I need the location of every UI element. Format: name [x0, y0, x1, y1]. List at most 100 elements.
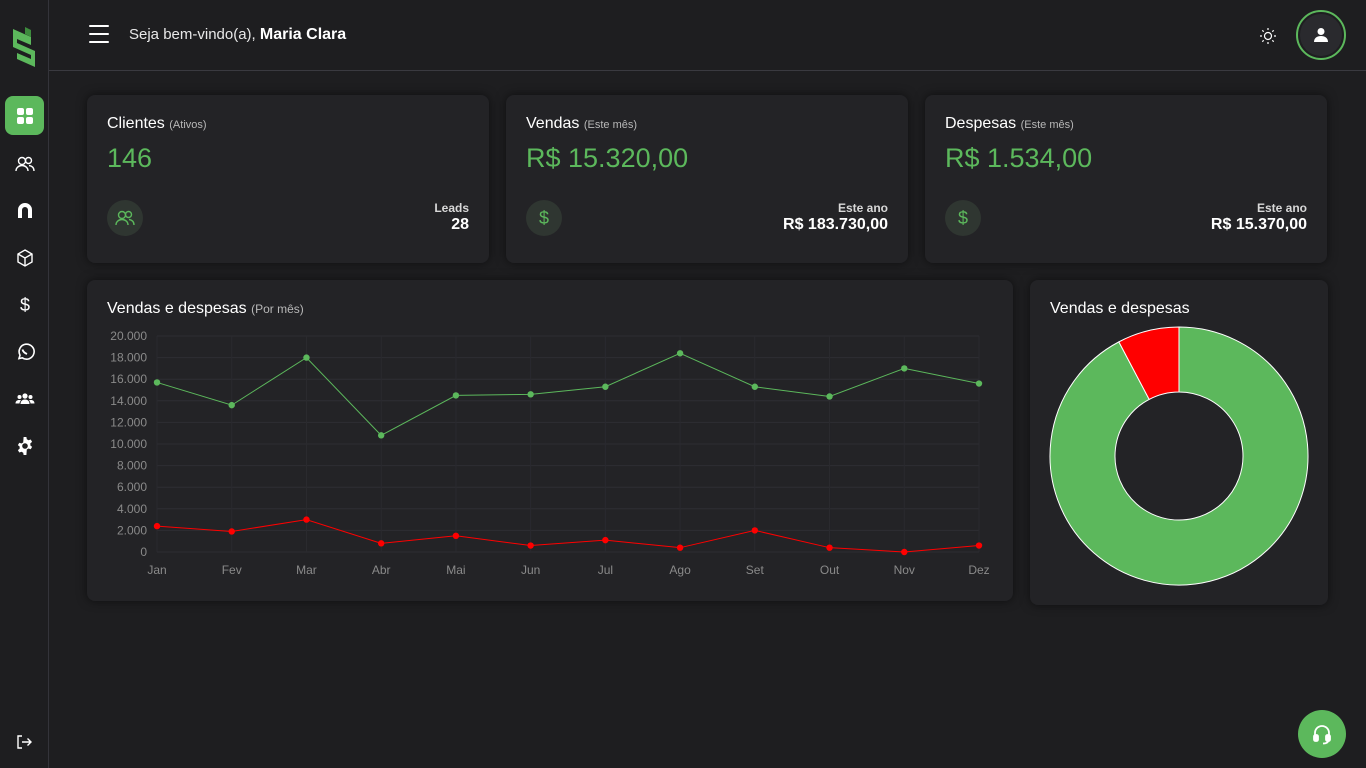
whatsapp-icon: [17, 342, 35, 360]
card-vendas: Vendas (Este mês) R$ 15.320,00 $ Este an…: [506, 95, 908, 263]
topbar: Seja bem-vindo(a), Maria Clara: [49, 0, 1366, 71]
x-tick-label: Jan: [147, 563, 166, 577]
y-tick-label: 0: [140, 545, 147, 559]
box-icon: [16, 248, 33, 267]
data-point: [602, 383, 609, 390]
y-tick-label: 14.000: [110, 394, 147, 408]
card-vendas-year: Este ano R$ 183.730,00: [783, 201, 888, 234]
data-point: [975, 542, 983, 549]
x-tick-label: Mai: [446, 563, 465, 577]
y-tick-label: 18.000: [110, 351, 147, 365]
data-point: [377, 432, 385, 439]
avatar: [1300, 14, 1342, 56]
users-icon: [14, 156, 35, 171]
line-chart: 20.000 18.000 16.000 14.000 12.000 10.000 8.00…: [110, 329, 989, 577]
data-point: [676, 544, 684, 551]
card-vendas-title: Vendas (Este mês): [526, 115, 638, 132]
sidebar: $: [0, 0, 49, 768]
y-tick-label: 16.000: [110, 372, 147, 386]
magnet-icon: [17, 202, 32, 218]
sidebar-item-equipe[interactable]: [5, 379, 44, 418]
sidebar-item-clientes[interactable]: [5, 144, 44, 183]
profile-button[interactable]: [1296, 10, 1346, 60]
line-chart-card: Vendas e despesas (Por mês) 20.000 18.000…: [87, 280, 1013, 601]
user-name: Maria Clara: [259, 26, 347, 43]
despesas-year-label: Este ano: [1256, 201, 1307, 215]
data-point: [228, 401, 235, 409]
data-point: [751, 527, 759, 534]
data-point: [153, 379, 161, 386]
data-point: [452, 532, 460, 539]
dollar-icon: $: [526, 200, 562, 236]
y-tick-label: 6.000: [117, 480, 147, 494]
welcome-prefix: Seja bem-vindo(a),: [129, 26, 256, 43]
leads-label: Leads: [434, 201, 469, 215]
sidebar-item-produtos[interactable]: [5, 238, 44, 277]
x-tick-label: Jul: [598, 563, 613, 577]
sidebar-item-leads[interactable]: [5, 191, 44, 230]
app-logo[interactable]: [9, 27, 39, 69]
x-tick-label: Ago: [669, 563, 691, 577]
donut-chart-card: Vendas e despesas: [1030, 280, 1328, 605]
card-clientes-title: Clientes (Ativos): [107, 115, 207, 132]
svg-text:$: $: [19, 295, 29, 315]
card-clientes-value: 146: [107, 143, 153, 173]
data-point: [377, 540, 385, 547]
y-tick-label: 2.000: [117, 523, 147, 537]
sidebar-item-dashboard[interactable]: [5, 96, 44, 135]
user-icon: [1314, 28, 1328, 42]
card-despesas: Despesas (Este mês) R$ 1.534,00 $ Este a…: [925, 95, 1327, 263]
data-point: [676, 350, 684, 357]
logout-icon[interactable]: [16, 734, 32, 750]
sidebar-item-configuracoes[interactable]: [5, 426, 44, 465]
vendas-year-label: Este ano: [837, 201, 888, 215]
dollar-icon: $: [945, 200, 981, 236]
card-clientes-leads: Leads 28: [434, 201, 469, 234]
sidebar-item-whatsapp[interactable]: [5, 332, 44, 371]
series-line-1: [156, 519, 980, 553]
x-tick-label: Set: [746, 563, 765, 577]
welcome-text: Seja bem-vindo(a), Maria Clara: [129, 26, 346, 44]
dashboard-icon: [16, 107, 33, 124]
x-tick-label: Dez: [968, 563, 989, 577]
data-point: [303, 354, 310, 361]
series-line-0: [156, 352, 980, 436]
data-point: [975, 380, 983, 387]
data-point: [452, 392, 460, 399]
dollar-icon: $: [19, 295, 29, 315]
menu-toggle-button[interactable]: [89, 25, 109, 43]
team-icon: [15, 392, 34, 404]
donut-chart: [1049, 326, 1309, 586]
x-tick-label: Abr: [372, 563, 391, 577]
gear-icon: [17, 436, 32, 455]
data-point: [751, 383, 759, 390]
despesas-year-value: R$ 15.370,00: [1210, 216, 1307, 233]
y-tick-label: 4.000: [117, 502, 147, 516]
users-icon: [115, 210, 135, 226]
y-tick-label: 10.000: [110, 437, 147, 451]
data-point: [527, 542, 534, 549]
data-point: [826, 544, 833, 551]
x-tick-label: Out: [820, 563, 840, 577]
y-tick-label: 12.000: [110, 415, 147, 429]
sun-icon[interactable]: [1259, 27, 1277, 45]
data-point: [901, 548, 908, 556]
headset-icon: [1313, 725, 1331, 745]
y-tick-label: 8.000: [117, 459, 147, 473]
x-tick-label: Jun: [521, 563, 540, 577]
data-point: [153, 522, 161, 530]
card-despesas-value: R$ 1.534,00: [945, 143, 1093, 173]
card-clientes-icon: [107, 200, 143, 236]
leads-value: 28: [451, 216, 469, 233]
data-point: [303, 516, 310, 523]
data-point: [527, 391, 534, 398]
data-point: [602, 536, 609, 544]
card-despesas-year: Este ano R$ 15.370,00: [1211, 201, 1307, 234]
x-tick-label: Nov: [894, 563, 915, 577]
card-vendas-value: R$ 15.320,00: [526, 143, 689, 173]
card-clientes: Clientes (Ativos) 146 Leads 28: [87, 95, 489, 263]
support-button[interactable]: [1298, 710, 1346, 758]
card-despesas-title: Despesas (Este mês): [945, 115, 1074, 132]
sidebar-item-financeiro[interactable]: $: [5, 285, 44, 324]
y-tick-label: 20.000: [110, 329, 147, 343]
